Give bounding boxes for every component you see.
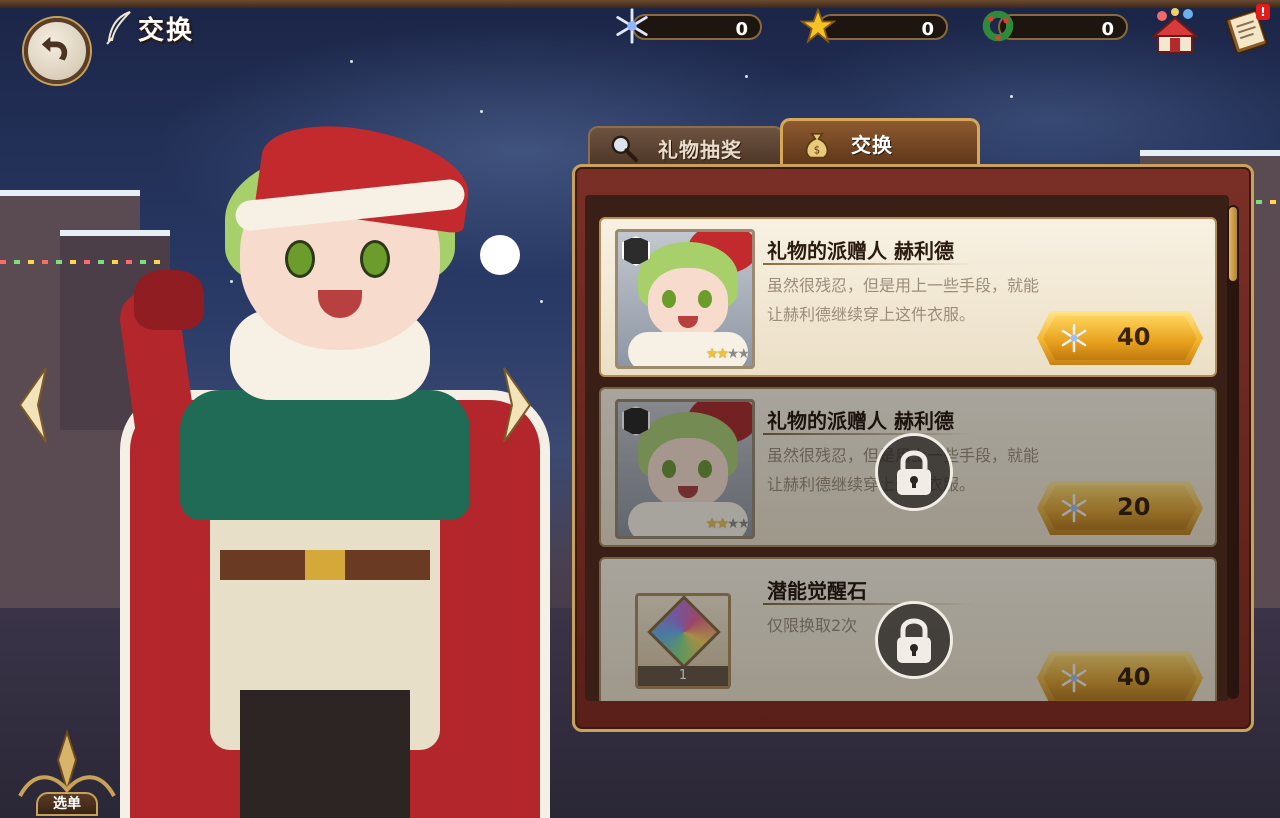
top-bar: 交换 0 0 0 ! [0, 0, 1280, 84]
price-value: 40 [1117, 323, 1151, 351]
character-portrait: ★★★★ [615, 229, 755, 369]
price-value: 40 [1117, 663, 1151, 691]
eye [285, 240, 315, 278]
wreath-icon [978, 6, 1018, 46]
back-arrow-icon [41, 36, 68, 61]
title-divider [763, 603, 975, 605]
notification-badge: ! [1256, 4, 1270, 20]
menu-ornament-icon [18, 730, 116, 798]
snowflake-icon [612, 6, 652, 46]
star-icon: ★ [737, 516, 749, 532]
currency-value: 0 [735, 19, 748, 40]
item-title: 礼物的派赠人 赫利德 [767, 409, 954, 433]
snowflake [745, 75, 748, 78]
svg-text:$: $ [814, 145, 820, 156]
tab-label: 礼物抽奖 [658, 137, 742, 162]
item-thumbnail: 1 [635, 593, 731, 689]
star-icon: ★ [705, 516, 718, 532]
list-item[interactable]: ★★★★ 礼物的派赠人 赫利德 虽然很残忍，但是用上一些手段，就能让赫利德继续穿… [599, 217, 1217, 377]
eye [360, 240, 390, 278]
snowflake [1010, 95, 1013, 98]
item-description: 虽然很残忍，但是用上一些手段，就能让赫利德继续穿上这件衣服。 [767, 276, 1040, 324]
star-icon: ★ [726, 516, 739, 532]
legs [240, 690, 410, 818]
quest-book-button[interactable]: ! [1220, 4, 1272, 55]
magnifier-icon [604, 128, 644, 168]
star-rating: ★★★★ [705, 346, 750, 362]
scrollbar-thumb[interactable] [1229, 207, 1237, 281]
character-illustration [90, 115, 560, 818]
tab-gift-lottery[interactable]: 礼物抽奖 [588, 126, 784, 168]
tunic [180, 390, 470, 520]
title-divider [763, 433, 975, 435]
star-icon: ★ [716, 516, 728, 532]
snowflake [480, 110, 483, 113]
scrollbar[interactable] [1227, 205, 1239, 699]
hat-pompom [480, 235, 520, 275]
lock-icon [875, 433, 953, 511]
currency-value: 0 [921, 19, 934, 40]
tab-exchange[interactable]: $ 交换 [780, 118, 980, 166]
star-icon [798, 6, 838, 46]
currency-snowflake: 0 [612, 8, 762, 44]
portrait-eye [662, 460, 676, 478]
awakening-stone-icon [647, 595, 721, 669]
character-portrait: ★★★★ [615, 399, 755, 539]
circus-tent-button[interactable] [1150, 8, 1200, 54]
belt-buckle [305, 550, 345, 580]
snowflake-icon [1061, 663, 1087, 693]
star-icon: ★ [716, 346, 728, 362]
item-title: 潜能觉醒石 [767, 579, 867, 603]
chevron-left-icon [18, 367, 47, 443]
snowflake-icon [1061, 323, 1087, 353]
title-area: 交换 [104, 6, 194, 50]
snowflake-icon [1061, 493, 1087, 523]
circus-tent-icon [1151, 8, 1199, 53]
quill-icon [106, 11, 131, 45]
exchange-list[interactable]: ★★★★ 礼物的派赠人 赫利德 虽然很残忍，但是用上一些手段，就能让赫利德继续穿… [585, 195, 1229, 701]
glove [134, 270, 204, 330]
next-arrow-button[interactable] [502, 366, 534, 444]
price-value: 20 [1117, 493, 1151, 521]
star-icon: ★ [726, 346, 739, 362]
star-rating: ★★★★ [705, 516, 750, 532]
portrait-eye [662, 290, 676, 308]
tab-label: 交换 [851, 133, 893, 157]
menu-label: 选单 [36, 792, 98, 816]
chevron-right-icon [503, 367, 532, 443]
snowflake [350, 60, 353, 63]
currency-value: 0 [1101, 19, 1114, 40]
exchange-button[interactable]: 40 [1037, 311, 1203, 365]
portrait-eye [698, 290, 712, 308]
item-title: 礼物的派赠人 赫利德 [767, 239, 954, 263]
exchange-panel: ★★★★ 礼物的派赠人 赫利德 虽然很残忍，但是用上一些手段，就能让赫利德继续穿… [572, 164, 1254, 732]
portrait-eye [698, 460, 712, 478]
star-icon: ★ [737, 346, 749, 362]
page-title: 交换 [138, 15, 195, 46]
star-icon: ★ [705, 346, 718, 362]
exchange-button[interactable]: 40 [1037, 651, 1203, 701]
currency-wreath: 0 [978, 10, 1128, 42]
exchange-button[interactable]: 20 [1037, 481, 1203, 535]
lock-icon [875, 601, 953, 679]
currency-star: 0 [798, 8, 948, 44]
back-button[interactable] [24, 18, 90, 84]
menu-button[interactable]: 选单 [14, 730, 120, 818]
prev-arrow-button[interactable] [16, 366, 48, 444]
item-count: 1 [638, 666, 728, 686]
money-bag-icon: $ [797, 124, 837, 164]
title-divider [763, 263, 975, 265]
